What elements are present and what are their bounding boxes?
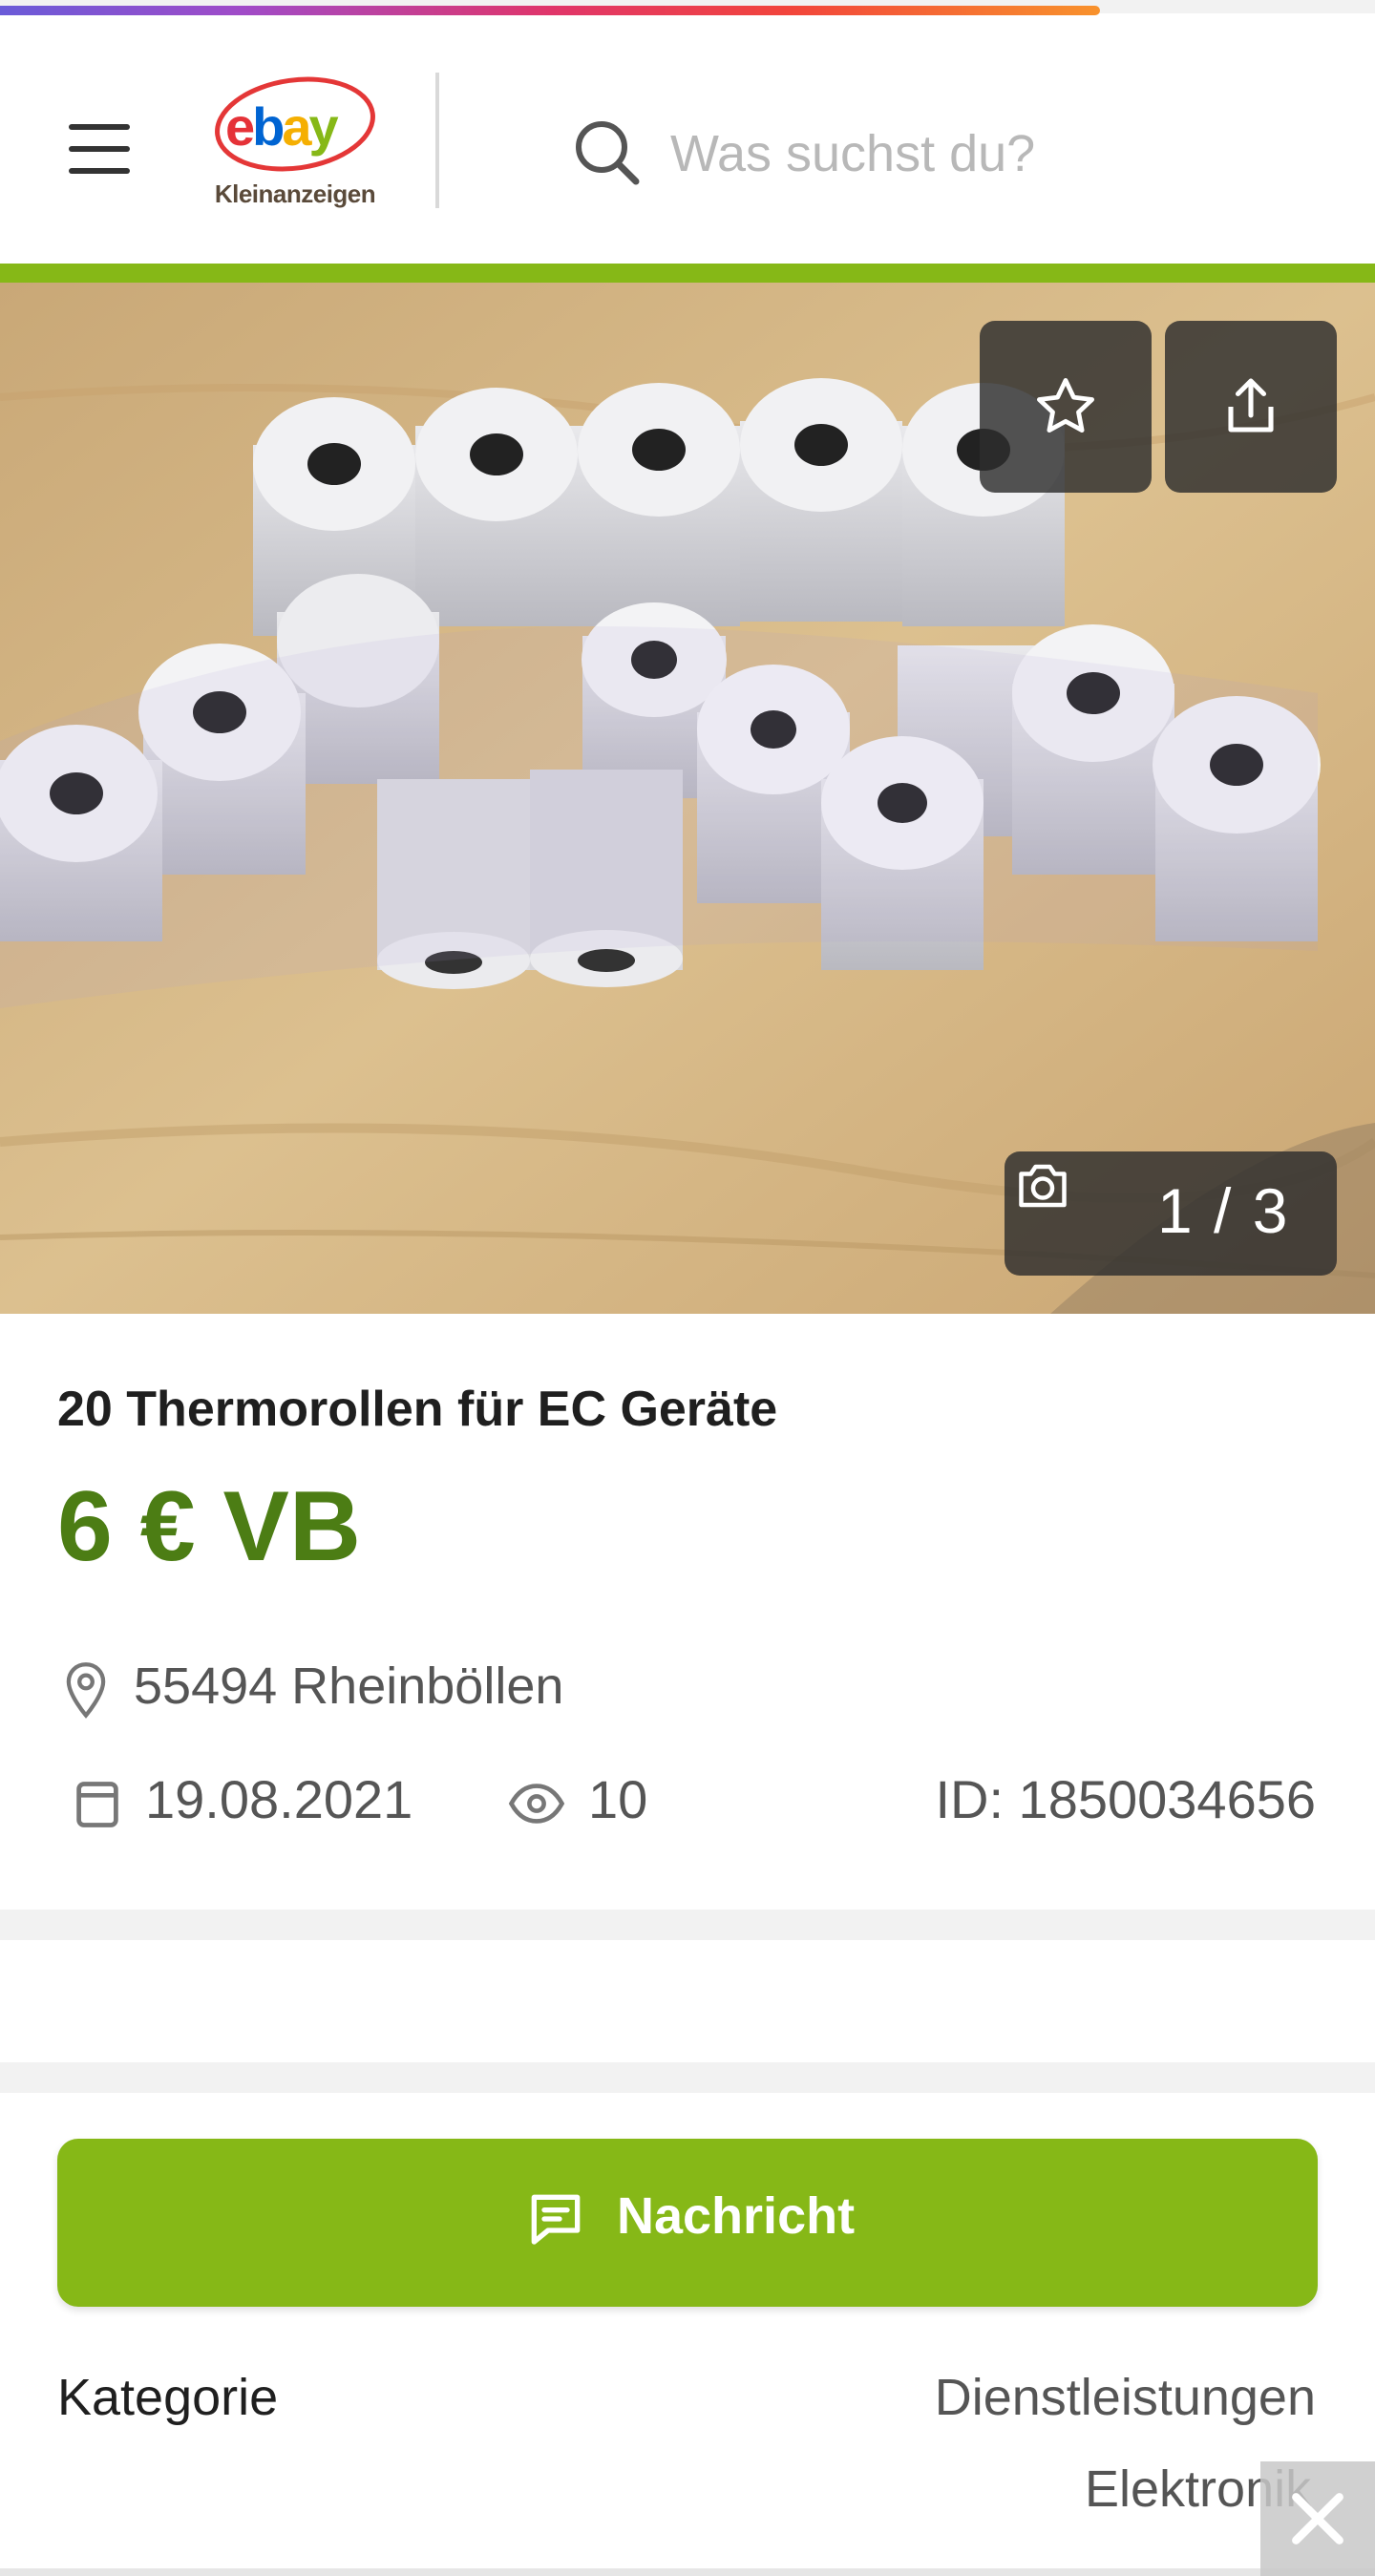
header: ebay Kleinanzeigen xyxy=(0,15,1375,264)
message-icon xyxy=(531,2194,581,2245)
favorite-button[interactable] xyxy=(980,321,1152,493)
menu-icon[interactable] xyxy=(61,111,138,187)
category-value-line1[interactable]: Dienstleistungen xyxy=(935,2368,1316,2427)
loading-progress-track xyxy=(0,0,1375,15)
category-label: Kategorie xyxy=(57,2369,279,2426)
photo-counter-text: 1 / 3 xyxy=(1157,1175,1290,1246)
eye-icon xyxy=(508,1784,565,1824)
search-icon[interactable] xyxy=(571,116,644,189)
message-button-label: Nachricht xyxy=(617,2187,856,2245)
photo-counter[interactable]: 1 / 3 xyxy=(1005,1151,1337,1276)
logo-letter-y: y xyxy=(309,96,339,157)
section-separator xyxy=(0,2062,1375,2093)
location-pin-icon xyxy=(66,1662,106,1719)
header-accent-line xyxy=(0,264,1375,283)
close-icon xyxy=(1292,2493,1343,2544)
search-input[interactable] xyxy=(668,107,1322,201)
listing-views: 10 xyxy=(588,1769,648,1829)
bottom-divider xyxy=(0,2568,1375,2576)
logo-letter-b: b xyxy=(252,96,283,157)
logo-letter-e: e xyxy=(225,96,254,157)
loading-progress-bar xyxy=(0,6,1100,15)
close-button[interactable] xyxy=(1260,2461,1375,2576)
camera-icon xyxy=(1019,1164,1067,1208)
share-button[interactable] xyxy=(1165,321,1337,493)
listing-id: ID: 1850034656 xyxy=(935,1769,1316,1829)
listing-price: 6 € VB xyxy=(57,1471,361,1582)
header-divider xyxy=(435,73,439,208)
share-icon xyxy=(1228,378,1274,433)
calendar-icon xyxy=(76,1782,118,1827)
listing-photo[interactable]: 1 / 3 xyxy=(0,283,1375,1314)
listing-title: 20 Thermorollen für EC Geräte xyxy=(57,1382,778,1437)
listing-date: 19.08.2021 xyxy=(145,1769,413,1829)
logo[interactable]: ebay Kleinanzeigen xyxy=(204,73,386,216)
location-text: 55494 Rheinböllen xyxy=(134,1658,564,1715)
svg-text:ebay: ebay xyxy=(225,96,339,157)
message-button[interactable]: Nachricht xyxy=(57,2139,1318,2307)
section-separator xyxy=(0,1910,1375,1940)
star-icon xyxy=(1037,378,1094,433)
logo-subtitle: Kleinanzeigen xyxy=(214,179,376,208)
logo-ring: ebay xyxy=(215,76,375,172)
